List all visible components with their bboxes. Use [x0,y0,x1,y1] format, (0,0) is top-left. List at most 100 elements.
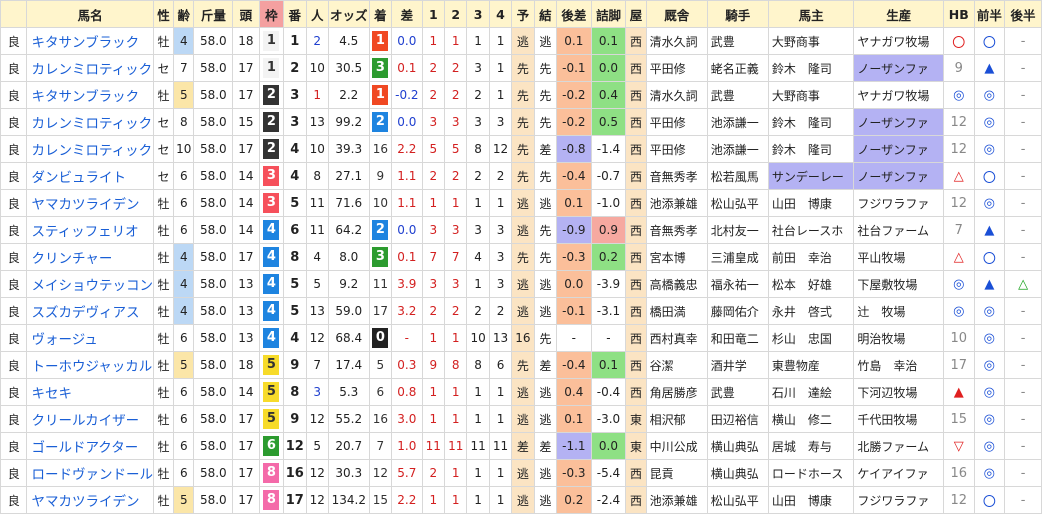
popularity-cell: 5 [305,270,329,298]
table-row[interactable]: 良クリンチャー牡 4 58.0 17 4 8 4 8.0 3 0.1 7 7 4 3 先先 -0.3 0.2 西宮… [0,243,1042,271]
header-cell[interactable]: 詰脚 [590,0,627,28]
weight-cell: 58.0 [193,486,234,514]
horse-name-link[interactable]: クリールカイザー [26,405,154,433]
horse-number-cell: 9 [283,351,307,379]
corner2-cell: 11 [443,432,468,460]
table-row[interactable]: 良スティッフェリオ牡 6 58.0 14 4 6 11 64.2 2 0.0 3 3 3 3 逃先 -0.9 0… [0,216,1042,244]
frame-badge: 3 [263,166,280,186]
header-cell[interactable]: 番 [283,0,307,28]
margin-cell: 0.0 [391,216,423,244]
horse-number-cell: 4 [283,324,307,352]
late-margin-cell: -0.3 [556,243,592,271]
table-row[interactable]: 良カレンミロティックセ 7 58.0 17 1 2 10 30.5 3 0.1 2 2 3 1 先先 -0.1… [0,54,1042,82]
horse-name-link[interactable]: ロードヴァンドール [26,459,154,487]
header-cell[interactable]: 斤量 [193,0,234,28]
table-row[interactable]: 良スズカデヴィアス牡 4 58.0 13 4 5 13 59.0 17 3.2 2 2 2 2 逃逃 -0.1… [0,297,1042,325]
corner1-cell: 3 [421,108,446,136]
horse-name-link[interactable]: スズカデヴィアス [26,297,154,325]
age-cell: 6 [173,405,195,433]
header-cell[interactable]: 齢 [173,0,195,28]
header-cell[interactable]: 後半 [1004,0,1042,28]
popularity-cell: 13 [305,108,329,136]
header-cell[interactable]: HB [943,0,975,28]
horse-name-link[interactable]: キセキ [26,378,154,406]
header-cell[interactable]: 差 [391,0,423,28]
header-cell[interactable]: オッズ [327,0,370,28]
header-cell[interactable]: 頭 [232,0,260,28]
horse-name-link[interactable]: メイショウテッコン [26,270,154,298]
header-cell[interactable]: 馬主 [767,0,855,28]
horse-name-link[interactable]: カレンミロティック [26,135,154,163]
result-badge: 1 [372,85,389,105]
header-cell[interactable]: 後差 [556,0,592,28]
jockey-cell: 蛯名正義 [706,54,769,82]
header-cell[interactable]: 馬名 [26,0,154,28]
hb-mark-cell: △ [943,243,975,271]
header-cell[interactable]: 性 [152,0,175,28]
owner-cell: ロードホース [767,459,855,487]
header-cell[interactable]: 厩舎 [645,0,708,28]
corner3-cell: 2 [466,81,490,109]
horse-name-link[interactable]: ヤマカツライデン [26,189,154,217]
table-row[interactable]: 良キタサンブラック牡 5 58.0 17 2 3 1 2.2 1 -0.2 2 2 2 1 先先 -0.2 0.… [0,81,1042,109]
header-cell[interactable]: 枠 [258,0,285,28]
header-cell[interactable]: 1 [421,0,446,28]
second-half-mark-cell: - [1004,243,1042,271]
horse-name-link[interactable]: クリンチャー [26,243,154,271]
sex-cell: 牡 [152,243,175,271]
horse-name-link[interactable]: スティッフェリオ [26,216,154,244]
stable-region-cell: 西 [625,297,647,325]
result-cell: 15 [368,486,393,514]
horse-name-link[interactable]: ヤマカツライデン [26,486,154,514]
odds-cell: 134.2 [327,486,370,514]
horse-name-link[interactable]: ゴールドアクター [26,432,154,460]
header-cell[interactable]: 人 [305,0,329,28]
table-row[interactable]: 良メイショウテッコン牡 4 58.0 13 4 5 5 9.2 11 3.9 3 3 1 3 逃逃 0.0 -3… [0,270,1042,298]
table-row[interactable]: 良クリールカイザー牡 6 58.0 17 5 9 12 55.2 16 3.0 1 1 1 1 逃逃 0.1-… [0,405,1042,433]
table-row[interactable]: 良ゴールドアクター牡 6 58.0 17 6 12 5 20.7 7 1.0 11 11 11 11 差差 -… [0,432,1042,460]
table-row[interactable]: 良ヤマカツライデン牡 6 58.0 14 3 5 11 71.6 10 1.1 1 1 1 1 逃逃 0.1-… [0,189,1042,217]
horse-name-link[interactable]: キタサンブラック [26,27,154,55]
frame-cell: 4 [258,324,285,352]
table-row[interactable]: 良ダンビュライトセ 6 58.0 14 3 4 8 27.1 9 1.1 2 2 2 2 先先 -0.4 -0.… [0,162,1042,190]
header-cell[interactable]: 前半 [973,0,1006,28]
sex-cell: 牡 [152,351,175,379]
stable-region-cell: 西 [625,459,647,487]
popularity-cell: 12 [305,324,329,352]
closing-speed-cell: 0.1 [590,351,627,379]
table-row[interactable]: 良ロードヴァンドール牡 6 58.0 17 8 16 12 30.3 12 5.7 2 1 1 1 逃逃 -0… [0,459,1042,487]
frame-cell: 5 [258,378,285,406]
table-row[interactable]: 良カレンミロティックセ 8 58.0 15 2 3 13 99.2 2 0.0 3 3 3 3 先先 -0.2… [0,108,1042,136]
header-cell[interactable]: 3 [466,0,490,28]
header-cell[interactable]: 着 [368,0,393,28]
header-cell[interactable]: 屋 [625,0,647,28]
table-row[interactable]: 良キセキ牡 6 58.0 14 5 8 3 5.3 6 0.8 1 1 1 1 逃逃 0.4 -0.4 西角居勝彦… [0,378,1042,406]
header-cell[interactable]: 騎手 [706,0,769,28]
corner3-cell: 3 [466,108,490,136]
weight-cell: 58.0 [193,108,234,136]
corner1-cell: 1 [421,405,446,433]
margin-cell: 3.2 [391,297,423,325]
predicted-style-cell: 逃 [511,486,535,514]
result-badge: 11 [372,277,388,291]
horse-name-link[interactable]: ダンビュライト [26,162,154,190]
table-row[interactable]: 良カレンミロティックセ 10 58.0 17 2 4 10 39.3 16 2.2 5 5 8 12 先差 -… [0,135,1042,163]
header-cell[interactable]: 2 [443,0,468,28]
header-cell[interactable]: 生産 [853,0,945,28]
horse-name-link[interactable]: カレンミロティック [26,108,154,136]
sex-cell: セ [152,108,175,136]
header-cell[interactable]: 結 [533,0,558,28]
horse-number-cell: 8 [283,243,307,271]
horse-name-link[interactable]: トーホウジャッカル [26,351,154,379]
table-row[interactable]: 良キタサンブラック牡 4 58.0 18 1 1 2 4.5 1 0.0 1 1 1 1 逃逃 0.1 0.1 西… [0,27,1042,55]
horse-name-link[interactable]: カレンミロティック [26,54,154,82]
table-row[interactable]: 良トーホウジャッカル牡 5 58.0 18 5 9 7 17.4 5 0.3 9 8 8 6 先差 -0.4 0… [0,351,1042,379]
horse-name-link[interactable]: ヴォージュ [26,324,154,352]
header-cell[interactable]: 予 [511,0,535,28]
header-cell[interactable]: 4 [488,0,513,28]
table-row[interactable]: 良ヤマカツライデン牡 5 58.0 17 8 17 12 134.2 15 2.2 1 1 1 1 逃逃 0.… [0,486,1042,514]
popularity-cell: 12 [305,459,329,487]
table-row[interactable]: 良ヴォージュ牡 6 58.0 13 4 4 12 68.4 0-1 1 10 13 16 先 - - 西西村真幸… [0,324,1042,352]
corner4-cell: 2 [488,162,513,190]
horse-name-link[interactable]: キタサンブラック [26,81,154,109]
